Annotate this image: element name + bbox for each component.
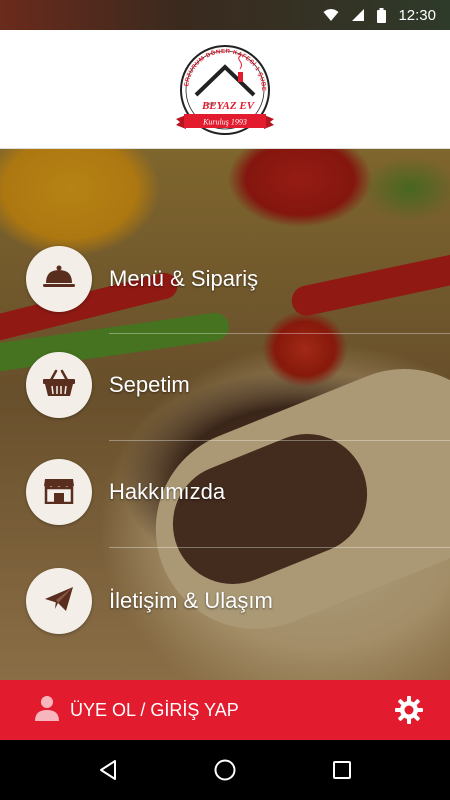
battery-icon [377, 7, 387, 23]
clock: 12:30 [398, 6, 436, 24]
menu-item-label: Hakkımızda [109, 479, 226, 504]
recents-icon[interactable] [322, 750, 362, 790]
app-header: ERZURUM DÖNER KAFESİ 1 ŞUBE döner BEYAZ … [0, 30, 450, 149]
brand-logo: ERZURUM DÖNER KAFESİ 1 ŞUBE döner BEYAZ … [176, 45, 274, 135]
menu-item-label: Sepetim [109, 372, 190, 397]
signal-icon [351, 8, 365, 22]
paper-plane-icon [44, 585, 74, 618]
logo-brand-name: BEYAZ EV [201, 100, 256, 112]
menu-item-label: İletişim & Ulaşım [109, 588, 273, 613]
gear-icon[interactable] [394, 695, 424, 725]
hero-background: Menü & Sipariş Sepetim Hakkımızda İletiş… [0, 149, 450, 680]
menu-item-cart[interactable]: Sepetim [26, 352, 450, 418]
account-bar: ÜYE OL / GİRİŞ YAP [0, 680, 450, 740]
home-icon[interactable] [205, 750, 245, 790]
menu-item-about[interactable]: Hakkımızda [26, 459, 450, 525]
cloche-icon [42, 264, 76, 295]
divider [109, 440, 450, 441]
login-register-button[interactable]: ÜYE OL / GİRİŞ YAP [34, 695, 239, 726]
user-icon [34, 695, 60, 726]
wifi-icon [323, 8, 339, 22]
system-nav-bar [0, 740, 450, 800]
status-bar: 12:30 [0, 0, 450, 30]
storefront-icon [43, 476, 75, 509]
basket-icon [42, 369, 76, 402]
menu-item-label: Menü & Sipariş [109, 266, 259, 291]
divider [109, 333, 450, 334]
menu-item-order[interactable]: Menü & Sipariş [26, 246, 450, 312]
divider [109, 547, 450, 548]
login-register-label: ÜYE OL / GİRİŞ YAP [70, 699, 239, 720]
menu-item-contact[interactable]: İletişim & Ulaşım [26, 568, 450, 634]
logo-ribbon-text: Kuruluş 1993 [202, 118, 247, 127]
back-icon[interactable] [88, 750, 128, 790]
